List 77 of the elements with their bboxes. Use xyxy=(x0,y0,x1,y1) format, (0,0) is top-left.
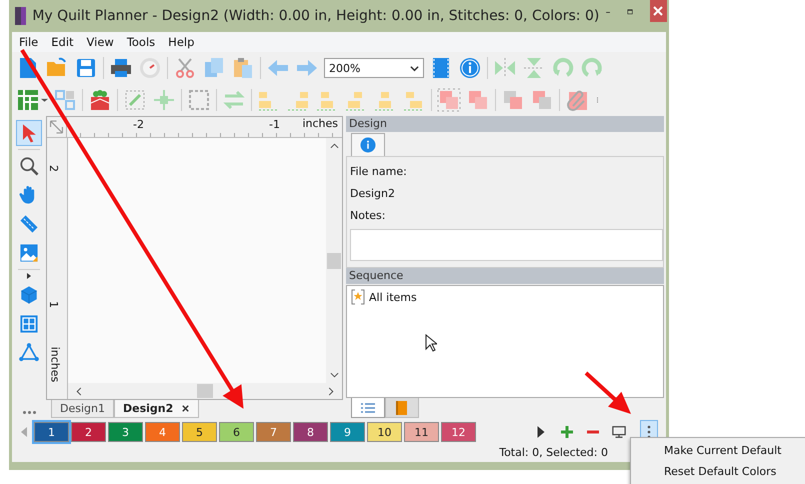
resize-icon[interactable] xyxy=(123,88,147,112)
color-swatch[interactable]: 7 xyxy=(256,422,291,442)
notes-field[interactable] xyxy=(350,229,663,261)
close-icon[interactable] xyxy=(181,404,190,413)
scissors-icon[interactable] xyxy=(173,56,197,80)
color-swatch[interactable]: 1 xyxy=(34,422,69,442)
star-icon xyxy=(351,289,365,305)
panel-header: Design xyxy=(346,116,664,132)
color-swatch[interactable]: 9 xyxy=(330,422,365,442)
ungroup-icon[interactable] xyxy=(466,88,490,112)
ruler-label: 2 xyxy=(47,165,60,172)
bring-front-icon[interactable] xyxy=(501,88,525,112)
menu-item[interactable]: Make Current Default xyxy=(664,440,805,461)
ruler-unit-label: inches xyxy=(302,117,338,130)
document-tab[interactable]: Design1 xyxy=(51,400,114,418)
window-title: My Quilt Planner - Design2 (Width: 0.00 in, Height: 0.00 in, Stitches: 0, Colors: 0) xyxy=(32,8,600,24)
ruler-label: 1 xyxy=(47,301,60,308)
frame-icon[interactable] xyxy=(187,88,211,112)
expand-arrow-icon[interactable] xyxy=(26,273,32,279)
menu-item[interactable]: Reset Default Colors xyxy=(664,461,805,482)
pattern-icon[interactable] xyxy=(53,88,77,112)
scroll-down-icon[interactable] xyxy=(330,372,338,378)
menu-item[interactable]: File xyxy=(14,35,44,49)
annotation-arrow xyxy=(584,372,631,414)
copy-icon[interactable] xyxy=(202,56,226,80)
menu-item[interactable]: Tools xyxy=(122,35,160,49)
scroll-up-icon[interactable] xyxy=(330,143,338,149)
send-back-icon[interactable] xyxy=(530,88,554,112)
ruler-label: -2 xyxy=(133,118,144,131)
app-logo-icon xyxy=(15,7,26,25)
color-swatch[interactable]: 2 xyxy=(71,422,106,442)
menu-item[interactable]: Edit xyxy=(46,35,79,49)
close-icon xyxy=(653,6,664,16)
panel-tab[interactable] xyxy=(385,398,419,418)
color-swatch[interactable]: 5 xyxy=(182,422,217,442)
book-icon xyxy=(396,400,408,416)
field-label: File name: xyxy=(350,164,408,180)
document-tab[interactable]: Design2 xyxy=(114,400,200,418)
mouse-pointer-icon xyxy=(425,334,437,352)
ruler-unit-label: inches xyxy=(48,346,62,382)
close-button[interactable] xyxy=(650,0,667,22)
info-icon[interactable] xyxy=(458,56,482,80)
sequence-item[interactable]: All items xyxy=(347,286,663,308)
color-swatch[interactable]: 6 xyxy=(219,422,254,442)
panel-tab[interactable] xyxy=(351,398,385,418)
zoom-dropdown[interactable]: 200% xyxy=(324,58,424,78)
monitor-icon[interactable] xyxy=(612,425,626,439)
sequence-item-label: All items xyxy=(369,290,417,304)
scrollbar-thumb[interactable] xyxy=(197,384,213,398)
scrollbar-thumb[interactable] xyxy=(327,252,341,268)
menu-item[interactable]: Help xyxy=(163,35,200,49)
list-icon xyxy=(360,402,376,414)
color-swatch[interactable]: 12 xyxy=(441,422,476,442)
sequence-list[interactable]: All items xyxy=(346,285,664,398)
gift-box-icon[interactable] xyxy=(88,88,112,112)
field-label: Notes: xyxy=(350,208,386,224)
file-name-value: Design2 xyxy=(350,186,396,202)
ruler-label: -1 xyxy=(269,118,280,131)
color-swatch[interactable]: 8 xyxy=(293,422,328,442)
info-tab[interactable] xyxy=(351,133,385,156)
panel-header: Sequence xyxy=(346,268,664,284)
add-icon[interactable] xyxy=(560,425,574,439)
color-swatch[interactable]: 10 xyxy=(367,422,402,442)
color-swatch[interactable]: 11 xyxy=(404,422,439,442)
printer-icon[interactable] xyxy=(109,56,133,80)
group-icon[interactable] xyxy=(437,88,461,112)
paperclip-icon[interactable] xyxy=(565,88,589,112)
save-icon[interactable] xyxy=(74,56,98,80)
scroll-right-icon[interactable] xyxy=(328,386,334,396)
status-text: Total: 0, Selected: 0 xyxy=(499,446,608,461)
menu-item[interactable]: View xyxy=(82,35,119,49)
scroll-left-icon[interactable] xyxy=(76,386,82,396)
paste-icon[interactable] xyxy=(231,56,255,80)
color-swatch[interactable]: 3 xyxy=(108,422,143,442)
info-icon xyxy=(359,136,377,154)
more-icon xyxy=(647,425,651,439)
grid-icon[interactable] xyxy=(16,88,40,112)
